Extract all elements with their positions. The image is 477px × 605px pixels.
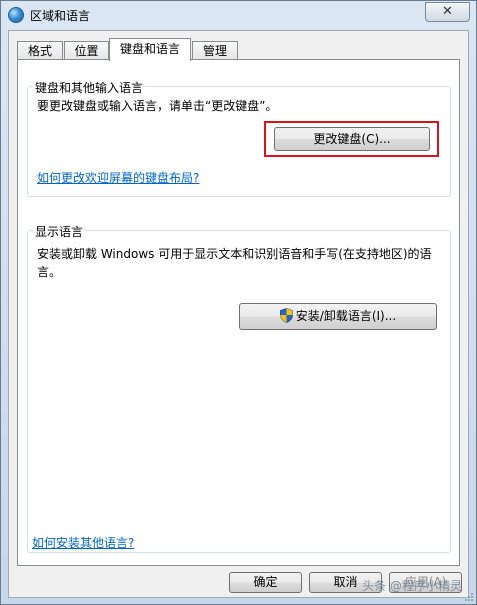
keyboards-group: 键盘和其他输入语言 要更改键盘或输入语言，请单击“更改键盘”。 更改键盘(C).…: [27, 79, 451, 197]
tab-panel: 键盘和其他输入语言 要更改键盘或输入语言，请单击“更改键盘”。 更改键盘(C).…: [17, 59, 460, 566]
region-language-window: 区域和语言 ✕ 格式 位置 键盘和语言 管理 键盘和其他输入语言 要更改键盘或输…: [0, 0, 477, 605]
install-languages-label: 安装/卸载语言(I)...: [295, 309, 397, 323]
keyboard-instruction: 要更改键盘或输入语言，请单击“更改键盘”。: [37, 99, 278, 113]
tab-administrative[interactable]: 管理: [192, 41, 238, 60]
welcome-screen-keyboard-link[interactable]: 如何更改欢迎屏幕的键盘布局?: [37, 169, 199, 186]
dialog-client-area: 格式 位置 键盘和语言 管理 键盘和其他输入语言 要更改键盘或输入语言，请单击“…: [8, 30, 469, 598]
ok-button[interactable]: 确定: [229, 572, 302, 593]
display-language-description: 安装或卸载 Windows 可用于显示文本和识别语音和手写(在支持地区)的语言。: [37, 247, 432, 279]
globe-icon: [8, 7, 24, 23]
title-bar[interactable]: 区域和语言 ✕: [1, 1, 476, 29]
window-title: 区域和语言: [30, 9, 91, 23]
uac-shield-icon: [279, 308, 293, 323]
tab-location[interactable]: 位置: [64, 41, 109, 60]
resize-grip-icon[interactable]: [464, 592, 474, 602]
install-other-languages-link[interactable]: 如何安装其他语言?: [32, 534, 134, 551]
display-language-title: 显示语言: [33, 223, 86, 240]
tab-formats[interactable]: 格式: [17, 41, 63, 60]
display-language-group: 显示语言 安装或卸载 Windows 可用于显示文本和识别语音和手写(在支持地区…: [27, 223, 451, 553]
tab-keyboards-languages[interactable]: 键盘和语言: [109, 38, 191, 61]
close-button[interactable]: ✕: [425, 2, 470, 22]
install-uninstall-languages-button[interactable]: 安装/卸载语言(I)...: [239, 303, 437, 330]
change-keyboards-button[interactable]: 更改键盘(C)...: [274, 127, 430, 151]
keyboards-group-title: 键盘和其他输入语言: [33, 79, 146, 96]
watermark-text: 头条 @程序小精灵: [362, 579, 462, 593]
close-icon: ✕: [442, 4, 453, 19]
